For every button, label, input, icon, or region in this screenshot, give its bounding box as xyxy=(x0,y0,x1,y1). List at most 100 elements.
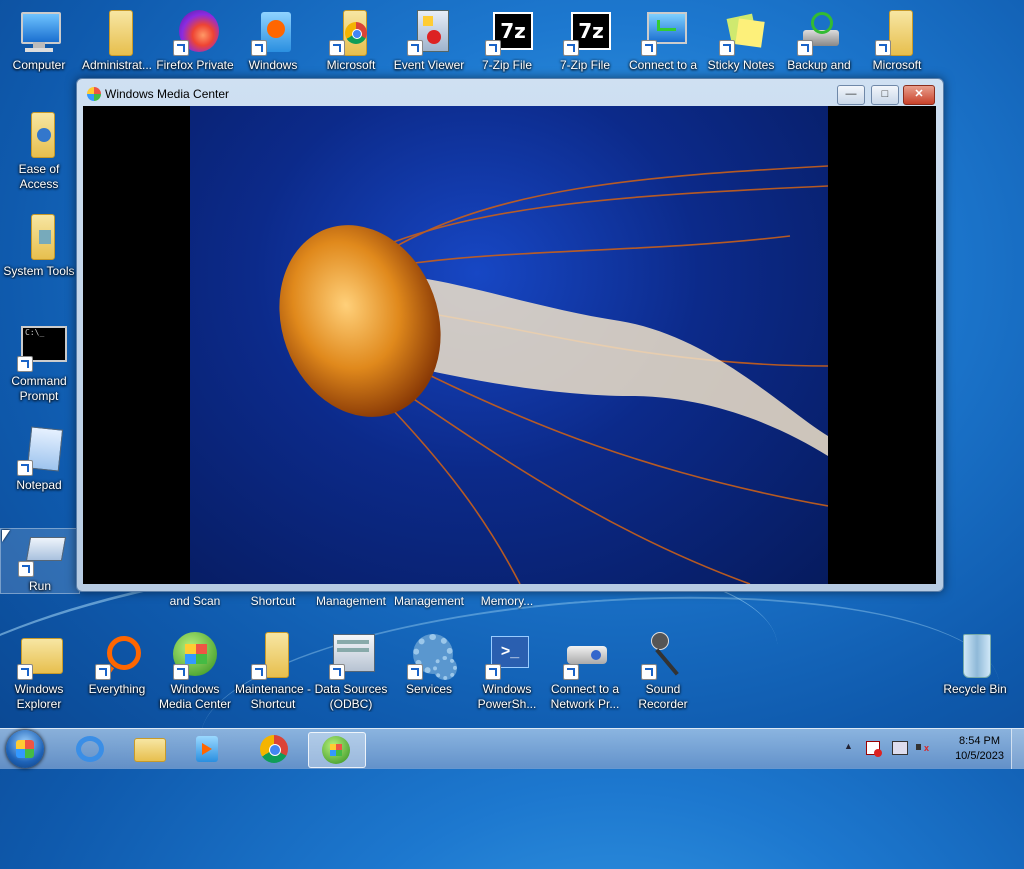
media-player-icon xyxy=(249,8,297,56)
7zip-icon: 7z xyxy=(483,8,533,56)
desktop-icon-everything[interactable]: Everything xyxy=(78,632,156,697)
desktop-icon-sound-recorder[interactable]: Sound Recorder xyxy=(624,632,702,712)
run-icon xyxy=(16,529,67,577)
volume-muted-icon[interactable]: x xyxy=(916,741,930,753)
desktop-icon-label: Firefox Private xyxy=(156,58,234,72)
chrome-icon xyxy=(260,735,288,763)
desktop-icon-sticky-notes[interactable]: Sticky Notes xyxy=(702,8,780,73)
recycle-bin-icon xyxy=(951,632,999,680)
desktop-icon-powershell[interactable]: >_ Windows PowerSh... xyxy=(468,632,546,712)
desktop-icon-windows-media-player[interactable]: Windows xyxy=(234,8,312,73)
desktop-icon-network-projector[interactable]: Connect to a Network Pr... xyxy=(546,632,624,712)
desktop-icon-label: Windows PowerSh... xyxy=(477,682,537,711)
desktop-icon-label: Sticky Notes xyxy=(707,58,775,72)
microphone-icon xyxy=(639,632,687,680)
desktop-icon-maintenance[interactable]: Maintenance - Shortcut xyxy=(234,632,312,712)
desktop-icon-label: Backup and xyxy=(787,58,851,72)
desktop-icon-label: Windows Media Center xyxy=(158,682,232,711)
desktop-icon-system-tools[interactable]: System Tools xyxy=(0,214,78,279)
desktop-icon-label: Microsoft xyxy=(326,58,376,72)
desktop-icon-computer[interactable]: Computer xyxy=(0,8,78,73)
desktop-icon-microsoft-folder[interactable]: Microsoft xyxy=(858,8,936,73)
network-icon[interactable] xyxy=(892,741,908,755)
show-desktop-button[interactable] xyxy=(1011,729,1024,769)
desktop-icon-firefox-private[interactable]: Firefox Private xyxy=(156,8,234,73)
jellyfish-illustration xyxy=(279,165,829,584)
desktop-icon-windows-explorer[interactable]: Windows Explorer xyxy=(0,632,78,712)
desktop-icon-recycle-bin[interactable]: Recycle Bin xyxy=(936,632,1014,697)
system-clock[interactable]: 8:54 PM 10/5/2023 xyxy=(955,734,1004,764)
everything-search-icon xyxy=(93,632,141,680)
hidden-icon-label-and-scan: and Scan xyxy=(169,594,221,608)
desktop-icon-label: Ease of Access xyxy=(18,162,60,191)
media-center-icon xyxy=(171,632,219,680)
internet-explorer-icon xyxy=(76,736,104,762)
hidden-icon-label-memory: Memory... xyxy=(480,594,534,608)
desktop-icon-label: Windows xyxy=(248,58,298,72)
desktop-icon-label: Run xyxy=(28,579,51,593)
powershell-icon: >_ xyxy=(483,632,531,680)
taskbar-media-center-active[interactable] xyxy=(308,732,366,768)
command-prompt-icon: C:\_ xyxy=(15,324,67,372)
desktop-icon-backup[interactable]: Backup and xyxy=(780,8,858,73)
taskbar: ▲ x 8:54 PM 10/5/2023 xyxy=(0,728,1024,769)
desktop-icon-odbc[interactable]: Data Sources (ODBC) xyxy=(312,632,390,712)
start-orb-icon[interactable] xyxy=(6,730,44,768)
desktop-icon-administrative[interactable]: Administrat... xyxy=(78,8,156,73)
minimize-button[interactable]: — xyxy=(837,85,865,105)
desktop-icon-notepad[interactable]: Notepad xyxy=(0,426,78,493)
backup-icon xyxy=(795,8,843,56)
desktop-icon-label: Administrat... xyxy=(81,58,153,72)
network-projector-icon xyxy=(561,632,609,680)
desktop-icon-label: Event Viewer xyxy=(393,58,465,72)
desktop-icon-services[interactable]: Services xyxy=(390,632,468,697)
desktop-icon-label: Microsoft xyxy=(872,58,922,72)
desktop-icon-label: 7-Zip File xyxy=(559,58,610,72)
desktop-icon-label: Recycle Bin xyxy=(943,682,1007,696)
tray-show-hidden-button[interactable]: ▲ xyxy=(844,741,853,751)
desktop-icon-event-viewer[interactable]: Event Viewer xyxy=(390,8,468,73)
taskbar-chrome[interactable] xyxy=(246,732,302,766)
desktop-icon-7zip-2[interactable]: 7z 7-Zip File xyxy=(546,8,624,73)
jellyfish-image xyxy=(190,106,829,584)
video-viewport[interactable] xyxy=(83,106,936,584)
media-center-icon xyxy=(322,736,350,764)
firefox-private-icon xyxy=(171,8,219,56)
desktop-icon-ease-of-access[interactable]: Ease of Access xyxy=(0,112,78,192)
desktop-icon-label: 7-Zip File xyxy=(481,58,532,72)
desktop-icon-label: Services xyxy=(405,682,452,696)
desktop-icon-label: Command Prompt xyxy=(11,374,67,403)
maintenance-folder-icon xyxy=(249,632,297,680)
desktop-icon-command-prompt[interactable]: C:\_ Command Prompt xyxy=(0,324,78,404)
hidden-icon-label-management-1: Management xyxy=(315,594,387,608)
clock-date: 10/5/2023 xyxy=(955,750,1004,762)
taskbar-internet-explorer[interactable] xyxy=(64,732,120,766)
media-player-icon xyxy=(196,736,218,762)
taskbar-media-player[interactable] xyxy=(180,732,236,766)
media-center-title-icon xyxy=(87,87,101,101)
window-title: Windows Media Center xyxy=(105,87,230,101)
maximize-button[interactable]: □ xyxy=(871,85,899,105)
media-center-window[interactable]: Windows Media Center — □ ✕ xyxy=(76,78,944,592)
remote-desktop-icon xyxy=(639,8,687,56)
desktop-icon-label: System Tools xyxy=(3,264,75,278)
desktop-icon-media-center[interactable]: Windows Media Center xyxy=(156,632,234,712)
windows-explorer-icon xyxy=(15,632,63,680)
desktop-icon-label: Windows Explorer xyxy=(14,682,64,711)
desktop-icon-microsoft-chrome[interactable]: Microsoft xyxy=(312,8,390,73)
chrome-folder-icon xyxy=(327,8,375,56)
desktop-icon-label: Data Sources (ODBC) xyxy=(314,682,388,711)
desktop-icon-label: Sound Recorder xyxy=(638,682,688,711)
desktop-icon-7zip-1[interactable]: 7z 7-Zip File xyxy=(468,8,546,73)
system-tools-folder-icon xyxy=(15,214,63,262)
taskbar-windows-explorer[interactable] xyxy=(122,732,178,766)
7zip-icon: 7z xyxy=(561,8,611,56)
desktop-icon-connect-remote[interactable]: Connect to a xyxy=(624,8,702,73)
desktop-icon-run[interactable]: Run xyxy=(0,528,80,594)
mouse-cursor-icon xyxy=(2,530,10,542)
desktop-icon-label: Everything xyxy=(88,682,146,696)
close-button[interactable]: ✕ xyxy=(903,85,935,105)
action-center-flag-icon[interactable] xyxy=(866,741,882,757)
folder-icon xyxy=(873,8,921,56)
desktop-icon-label: Connect to a Network Pr... xyxy=(550,682,620,711)
